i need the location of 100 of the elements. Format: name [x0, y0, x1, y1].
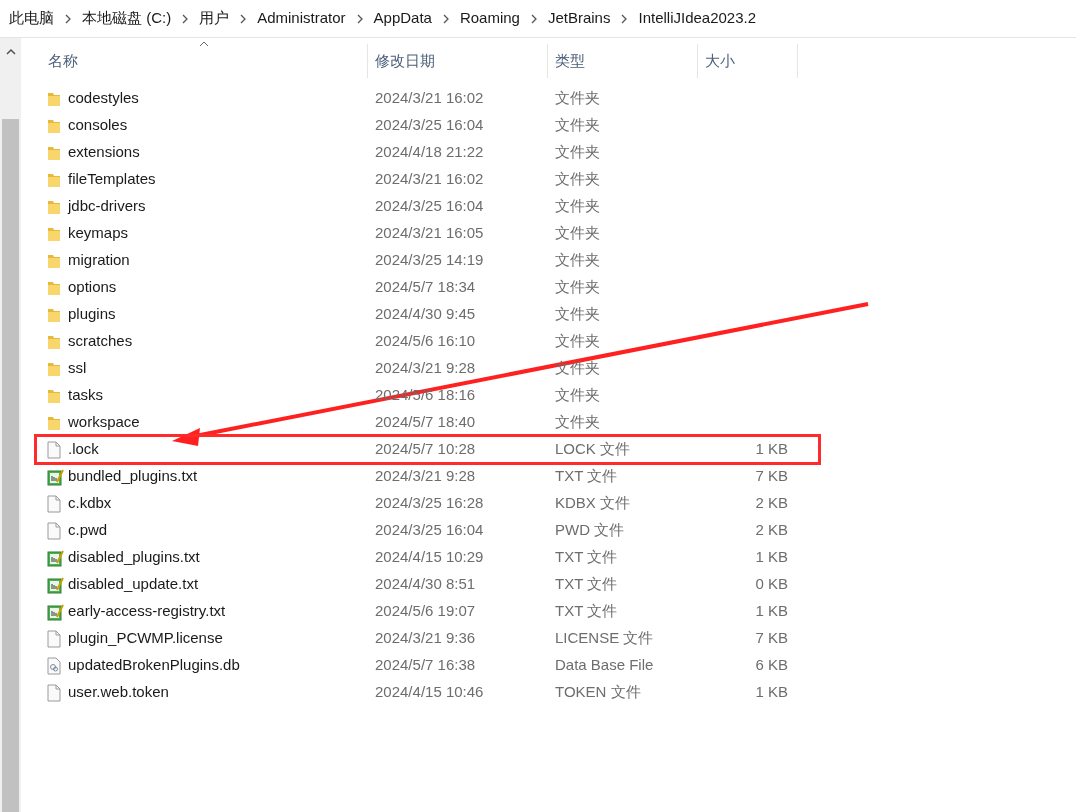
file-row[interactable]: .lock 2024/5/7 10:28 LOCK 文件 1 KB — [36, 436, 819, 463]
file-name: c.pwd — [68, 520, 108, 541]
file-name: fileTemplates — [68, 169, 156, 190]
file-row[interactable]: plugin_PCWMP.license 2024/3/21 9:36 LICENSE 文件 7 KB — [42, 625, 819, 652]
column-header[interactable]: 修改日期 — [368, 44, 548, 78]
file-row[interactable]: disabled_update.txt 2024/4/30 8:51 TXT 文件 0 KB — [42, 571, 819, 598]
file-size: 7 KB — [754, 466, 788, 487]
database-file-icon — [47, 656, 61, 675]
file-type: 文件夹 — [554, 250, 601, 271]
file-type: TXT 文件 — [554, 601, 619, 622]
folder-icon — [47, 225, 61, 242]
modified-date: 2024/4/18 21:22 — [374, 142, 485, 163]
file-icon — [47, 494, 61, 513]
file-type: 文件夹 — [554, 196, 601, 217]
file-type: 文件夹 — [554, 304, 601, 325]
file-row[interactable]: early-access-registry.txt 2024/5/6 19:07 TXT 文件 1 KB — [42, 598, 819, 625]
file-row[interactable]: user.web.token 2024/4/15 10:46 TOKEN 文件 1 KB — [42, 679, 819, 706]
scroll-up-icon[interactable] — [5, 48, 16, 55]
file-type: 文件夹 — [554, 115, 601, 136]
file-type: TXT 文件 — [554, 466, 619, 487]
file-row[interactable]: extensions 2024/4/18 21:22 文件夹 — [42, 139, 819, 166]
file-type: KDBX 文件 — [554, 493, 631, 514]
modified-date: 2024/3/25 14:19 — [374, 250, 485, 271]
breadcrumb-item[interactable]: Administrator — [257, 7, 346, 30]
folder-icon — [47, 198, 61, 215]
modified-date: 2024/5/7 18:40 — [374, 412, 477, 433]
breadcrumb-item[interactable]: Roaming — [459, 7, 520, 30]
breadcrumb-item[interactable]: 用户 — [199, 7, 230, 30]
modified-date: 2024/3/21 16:02 — [374, 88, 485, 109]
file-row[interactable]: disabled_plugins.txt 2024/4/15 10:29 TXT 文件 1 KB — [42, 544, 819, 571]
file-name: options — [68, 277, 117, 298]
scrollbar-thumb[interactable] — [2, 119, 19, 812]
column-header[interactable]: 名称 — [42, 44, 368, 78]
file-row[interactable]: updatedBrokenPlugins.db 2024/5/7 16:38 Data Base File 6 KB — [42, 652, 819, 679]
file-size: 6 KB — [754, 655, 788, 676]
file-name: codestyles — [68, 88, 139, 109]
chevron-right-icon — [529, 13, 538, 24]
modified-date: 2024/3/25 16:28 — [374, 493, 485, 514]
file-name: c.kdbx — [68, 493, 112, 514]
breadcrumb-item[interactable]: JetBrains — [547, 7, 611, 30]
file-row[interactable]: bundled_plugins.txt 2024/3/21 9:28 TXT 文件 7 KB — [42, 463, 819, 490]
file-name: workspace — [68, 412, 140, 433]
file-name: disabled_update.txt — [68, 574, 199, 595]
chevron-right-icon — [64, 13, 72, 24]
modified-date: 2024/4/15 10:46 — [374, 682, 485, 703]
file-name: updatedBrokenPlugins.db — [68, 655, 240, 676]
file-row[interactable]: c.pwd 2024/3/25 16:04 PWD 文件 2 KB — [42, 517, 819, 544]
file-type: PWD 文件 — [554, 520, 626, 541]
file-row[interactable]: migration 2024/3/25 14:19 文件夹 — [42, 247, 819, 274]
folder-icon — [47, 360, 61, 377]
file-row[interactable]: plugins 2024/4/30 9:45 文件夹 — [42, 301, 819, 328]
modified-date: 2024/3/25 16:04 — [374, 115, 485, 136]
file-row[interactable]: options 2024/5/7 18:34 文件夹 — [42, 274, 819, 301]
modified-date: 2024/5/7 16:38 — [374, 655, 477, 676]
file-icon — [47, 629, 61, 648]
modified-date: 2024/3/25 16:04 — [374, 196, 485, 217]
file-name: disabled_plugins.txt — [68, 547, 200, 568]
modified-date: 2024/3/25 16:04 — [374, 520, 485, 541]
folder-icon — [47, 333, 61, 350]
column-header[interactable]: 类型 — [548, 44, 698, 78]
file-name: extensions — [68, 142, 140, 163]
modified-date: 2024/5/7 18:34 — [374, 277, 477, 298]
column-header[interactable]: 大小 — [698, 44, 798, 78]
chevron-right-icon — [355, 13, 364, 24]
modified-date: 2024/3/21 16:05 — [374, 223, 485, 244]
file-name: user.web.token — [68, 682, 169, 703]
modified-date: 2024/4/30 9:45 — [374, 304, 477, 325]
breadcrumb-item[interactable]: 此电脑 — [9, 7, 54, 30]
folder-icon — [47, 279, 61, 296]
file-row[interactable]: codestyles 2024/3/21 16:02 文件夹 — [42, 85, 819, 112]
file-size: 7 KB — [754, 628, 788, 649]
file-row[interactable]: scratches 2024/5/6 16:10 文件夹 — [42, 328, 819, 355]
breadcrumb-item[interactable]: 本地磁盘 (C:) — [82, 7, 172, 30]
file-icon — [47, 440, 61, 459]
modified-date: 2024/5/6 16:10 — [374, 331, 477, 352]
folder-icon — [47, 252, 61, 269]
modified-date: 2024/5/6 19:07 — [374, 601, 477, 622]
file-name: plugin_PCWMP.license — [68, 628, 223, 649]
file-size: 1 KB — [754, 439, 788, 460]
file-row[interactable]: jdbc-drivers 2024/3/25 16:04 文件夹 — [42, 193, 819, 220]
file-type: TOKEN 文件 — [554, 682, 642, 703]
file-row[interactable]: keymaps 2024/3/21 16:05 文件夹 — [42, 220, 819, 247]
file-type: 文件夹 — [554, 169, 601, 190]
file-name: ssl — [68, 358, 87, 379]
modified-date: 2024/3/21 9:36 — [374, 628, 477, 649]
file-row[interactable]: consoles 2024/3/25 16:04 文件夹 — [42, 112, 819, 139]
text-file-icon — [47, 548, 65, 567]
file-row[interactable]: fileTemplates 2024/3/21 16:02 文件夹 — [42, 166, 819, 193]
breadcrumb-item[interactable]: IntelliJIdea2023.2 — [638, 7, 757, 30]
modified-date: 2024/4/30 8:51 — [374, 574, 477, 595]
file-row[interactable]: workspace 2024/5/7 18:40 文件夹 — [42, 409, 819, 436]
file-row[interactable]: c.kdbx 2024/3/25 16:28 KDBX 文件 2 KB — [42, 490, 819, 517]
modified-date: 2024/3/21 9:28 — [374, 466, 477, 487]
file-name: tasks — [68, 385, 103, 406]
file-name: consoles — [68, 115, 128, 136]
file-name: migration — [68, 250, 130, 271]
breadcrumb-item[interactable]: AppData — [373, 7, 432, 30]
file-type: TXT 文件 — [554, 547, 619, 568]
chevron-right-icon — [441, 13, 450, 24]
scrollbar[interactable] — [0, 38, 21, 812]
